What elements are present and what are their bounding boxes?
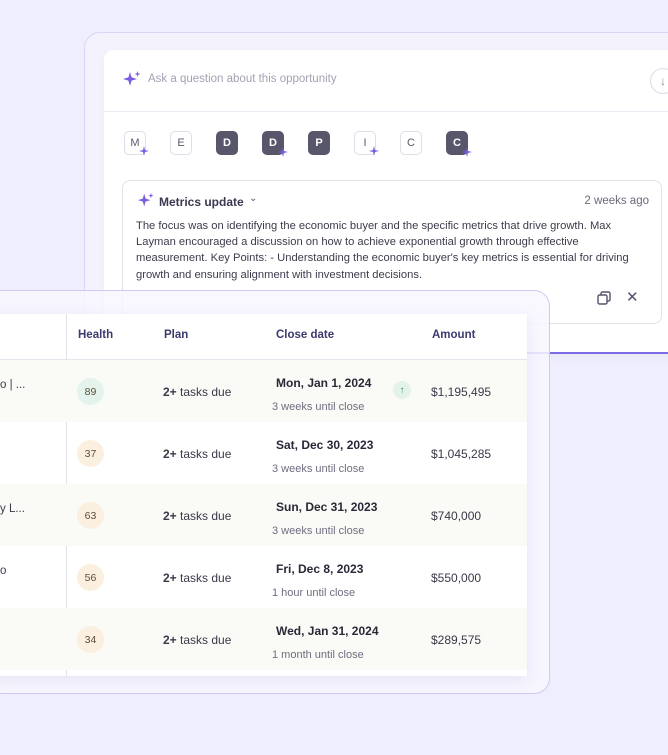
letter-label: D bbox=[223, 137, 231, 149]
update-title[interactable]: Metrics update bbox=[159, 195, 244, 209]
table-row[interactable]: 34 2+ tasks due Wed, Jan 31, 2024 1 month u… bbox=[0, 608, 527, 670]
plan-tasks[interactable]: 2+ tasks due bbox=[163, 633, 231, 647]
close-date: Mon, Jan 1, 2024 bbox=[276, 376, 372, 390]
sparkle-icon bbox=[278, 147, 288, 160]
plan-tasks[interactable]: 2+ tasks due bbox=[163, 571, 231, 585]
close-countdown: 1 hour until close bbox=[272, 587, 356, 599]
opportunity-name[interactable]: o | ... bbox=[0, 379, 25, 391]
table-row[interactable]: o | ... 89 2+ tasks due Mon, Jan 1, 2024 3 w… bbox=[0, 360, 527, 422]
close-date: Sat, Dec 30, 2023 bbox=[276, 438, 374, 452]
close-countdown: 3 weeks until close bbox=[272, 463, 365, 475]
header-close-date[interactable]: Close date bbox=[276, 329, 334, 341]
methodology-letter[interactable]: C bbox=[446, 131, 472, 157]
methodology-letter[interactable]: P bbox=[308, 131, 330, 155]
plan-label: tasks due bbox=[176, 633, 232, 647]
close-date: Fri, Dec 8, 2023 bbox=[276, 562, 364, 576]
opportunity-name[interactable]: o bbox=[0, 565, 6, 577]
table-header: Health Plan Close date Amount bbox=[0, 314, 527, 360]
copy-icon[interactable] bbox=[597, 291, 611, 310]
header-plan[interactable]: Plan bbox=[164, 329, 188, 341]
plan-label: tasks due bbox=[176, 571, 232, 585]
update-timestamp: 2 weeks ago bbox=[584, 195, 649, 207]
health-score: 34 bbox=[77, 626, 104, 653]
methodology-letter[interactable]: C bbox=[400, 131, 422, 155]
letter-label: E bbox=[177, 137, 185, 149]
plan-count: 2+ bbox=[163, 571, 177, 585]
plan-count: 2+ bbox=[163, 447, 177, 461]
deal-amount: $740,000 bbox=[431, 509, 482, 523]
deal-amount: $289,575 bbox=[431, 633, 482, 647]
plan-tasks[interactable]: 2+ tasks due bbox=[163, 447, 231, 461]
plan-label: tasks due bbox=[176, 385, 232, 399]
opportunity-name[interactable]: y L... bbox=[0, 503, 25, 515]
sparkle-icon bbox=[139, 146, 149, 159]
table-row[interactable]: 37 2+ tasks due Sat, Dec 30, 2023 3 weeks u… bbox=[0, 422, 527, 484]
plan-count: 2+ bbox=[163, 385, 177, 399]
methodology-letter[interactable]: M bbox=[124, 131, 149, 156]
sparkle-icon bbox=[462, 147, 472, 160]
plan-tasks[interactable]: 2+ tasks due bbox=[163, 509, 231, 523]
methodology-letter[interactable]: D bbox=[216, 131, 238, 155]
plan-label: tasks due bbox=[176, 447, 232, 461]
sparkle-icon bbox=[122, 70, 142, 95]
close-countdown: 1 month until close bbox=[272, 649, 364, 661]
update-body: The focus was on identifying the economi… bbox=[136, 220, 629, 281]
opportunities-table: Health Plan Close date Amount o | ... 89 2… bbox=[0, 314, 527, 676]
deal-amount: $1,195,495 bbox=[431, 385, 492, 399]
close-countdown: 3 weeks until close bbox=[272, 525, 365, 537]
methodology-letter[interactable]: D bbox=[262, 131, 288, 157]
sparkle-icon bbox=[137, 192, 155, 215]
methodology-letter[interactable]: I bbox=[354, 131, 379, 156]
ask-input-placeholder[interactable]: Ask a question about this opportunity bbox=[148, 73, 337, 85]
letter-label: C bbox=[453, 137, 461, 149]
letter-label: C bbox=[407, 137, 415, 149]
plan-count: 2+ bbox=[163, 509, 177, 523]
health-score: 63 bbox=[77, 502, 104, 529]
deal-amount: $550,000 bbox=[431, 571, 482, 585]
letter-label: I bbox=[363, 137, 367, 149]
header-health[interactable]: Health bbox=[78, 329, 113, 341]
methodology-letter[interactable]: E bbox=[170, 131, 192, 155]
deal-amount: $1,045,285 bbox=[431, 447, 492, 461]
table-row[interactable]: y L... 63 2+ tasks due Sun, Dec 31, 2023 3 w… bbox=[0, 484, 527, 546]
trend-up-icon: ↑ bbox=[393, 381, 411, 399]
health-score: 56 bbox=[77, 564, 104, 591]
download-icon[interactable]: ↓ bbox=[650, 68, 668, 94]
health-score: 37 bbox=[77, 440, 104, 467]
header-amount[interactable]: Amount bbox=[432, 329, 475, 341]
table-row[interactable]: o 56 2+ tasks due Fri, Dec 8, 2023 1 hour un… bbox=[0, 546, 527, 608]
letter-label: D bbox=[269, 137, 277, 149]
letter-label: P bbox=[315, 137, 323, 149]
plan-label: tasks due bbox=[176, 509, 232, 523]
close-date: Sun, Dec 31, 2023 bbox=[276, 500, 378, 514]
sparkle-icon bbox=[369, 146, 379, 159]
close-icon[interactable]: ✕ bbox=[626, 288, 639, 306]
ask-question-bar[interactable]: Ask a question about this opportunity ↓ bbox=[104, 50, 668, 112]
close-countdown: 3 weeks until close bbox=[272, 401, 365, 413]
close-date: Wed, Jan 31, 2024 bbox=[276, 624, 379, 638]
health-score: 89 bbox=[77, 378, 104, 405]
plan-count: 2+ bbox=[163, 633, 177, 647]
chevron-down-icon[interactable]: ⌄ bbox=[249, 193, 257, 204]
plan-tasks[interactable]: 2+ tasks due bbox=[163, 385, 231, 399]
